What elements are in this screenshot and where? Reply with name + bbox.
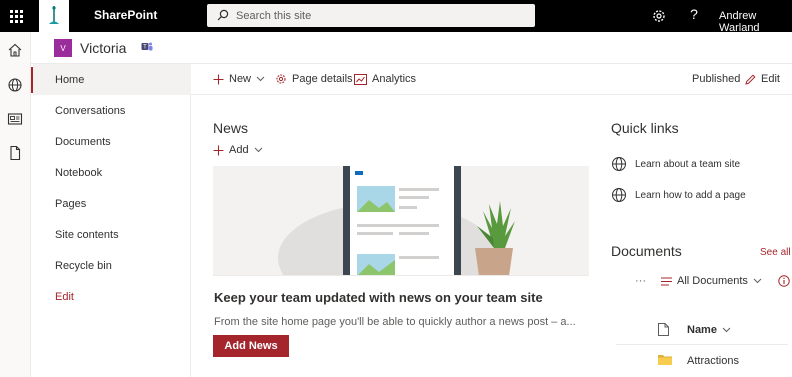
news-preview-image[interactable] xyxy=(213,166,589,276)
app-bar xyxy=(0,32,31,377)
site-title[interactable]: Victoria xyxy=(80,40,126,56)
page-details-label: Page details xyxy=(292,73,353,85)
folder-icon xyxy=(658,355,672,365)
quick-link-label: Learn how to add a page xyxy=(635,189,746,201)
news-add-button[interactable]: Add xyxy=(213,144,263,156)
documents-toolbar: ··· All Documents xyxy=(635,275,790,287)
page-details-button[interactable]: Page details xyxy=(275,73,353,85)
quick-link-item[interactable]: Learn how to add a page xyxy=(611,187,746,203)
app-launcher-button[interactable] xyxy=(0,0,32,32)
quick-links-heading: Quick links xyxy=(611,120,679,136)
file-type-icon xyxy=(658,323,669,336)
globe-icon xyxy=(612,188,626,202)
news-add-label: Add xyxy=(229,144,249,156)
gear-icon[interactable] xyxy=(650,7,668,25)
user-name[interactable]: Andrew Warland xyxy=(719,10,792,34)
chevron-down-icon xyxy=(256,76,265,82)
nav-item-home[interactable]: Home xyxy=(55,74,84,86)
globe-icon xyxy=(612,157,626,171)
news-heading: News xyxy=(213,120,249,136)
list-view-icon xyxy=(661,277,672,285)
chevron-down-icon xyxy=(722,327,731,333)
plus-icon xyxy=(213,145,224,155)
edit-button[interactable]: Edit xyxy=(745,73,780,85)
waffle-icon xyxy=(9,9,23,23)
quick-link-label: Learn about a team site xyxy=(635,158,741,170)
news-illustration xyxy=(213,166,589,275)
quick-link-item[interactable]: Learn about a team site xyxy=(611,156,740,172)
analytics-icon xyxy=(354,73,367,85)
nav-item-recycle-bin[interactable]: Recycle bin xyxy=(55,260,112,272)
nav-item-pages[interactable]: Pages xyxy=(55,198,86,210)
file-icon[interactable] xyxy=(7,145,23,161)
help-button[interactable]: ? xyxy=(686,6,702,22)
teams-icon[interactable]: T xyxy=(141,41,153,53)
name-column-label: Name xyxy=(687,324,717,336)
globe-icon[interactable] xyxy=(7,77,23,93)
nav-selected-indicator xyxy=(31,67,33,93)
view-selector[interactable]: All Documents xyxy=(661,275,762,287)
app-brand[interactable]: SharePoint xyxy=(94,8,157,22)
plus-icon xyxy=(213,74,224,84)
analytics-label: Analytics xyxy=(372,73,417,85)
site-logo[interactable]: V xyxy=(54,39,72,57)
info-icon[interactable] xyxy=(778,275,790,287)
analytics-button[interactable]: Analytics xyxy=(354,73,416,85)
nav-item-documents[interactable]: Documents xyxy=(55,136,111,148)
nav-item-site-contents[interactable]: Site contents xyxy=(55,229,119,241)
search-input[interactable] xyxy=(236,4,526,27)
documents-heading: Documents xyxy=(611,243,682,259)
document-name[interactable]: Attractions xyxy=(687,355,739,367)
svg-text:T: T xyxy=(143,45,147,51)
name-column-header[interactable]: Name xyxy=(687,324,731,336)
chevron-down-icon xyxy=(254,147,262,153)
publish-status: Published xyxy=(692,73,741,85)
new-button-label: New xyxy=(229,73,252,85)
sharepoint-logo-icon xyxy=(49,6,59,24)
see-all-link[interactable]: See all xyxy=(760,247,791,258)
nav-item-conversations[interactable]: Conversations xyxy=(55,105,125,117)
chevron-down-icon xyxy=(753,278,762,284)
news-icon[interactable] xyxy=(7,111,23,127)
nav-item-notebook[interactable]: Notebook xyxy=(55,167,102,179)
nav-edit-link[interactable]: Edit xyxy=(55,291,74,303)
edit-button-label: Edit xyxy=(761,73,780,85)
news-description: From the site home page you'll be able t… xyxy=(214,316,576,328)
news-headline[interactable]: Keep your team updated with news on your… xyxy=(214,290,543,305)
document-row[interactable]: Attractions xyxy=(616,346,788,374)
new-button[interactable]: New xyxy=(213,73,265,85)
search-icon xyxy=(217,9,229,21)
gear-icon xyxy=(276,74,286,84)
view-selector-label: All Documents xyxy=(677,275,748,287)
sharepoint-logo[interactable] xyxy=(39,0,69,32)
home-icon[interactable] xyxy=(7,42,23,58)
pencil-icon xyxy=(745,73,756,85)
more-options-button[interactable]: ··· xyxy=(635,275,653,287)
documents-column-header: Name xyxy=(616,315,788,345)
add-news-button[interactable]: Add News xyxy=(213,335,289,357)
